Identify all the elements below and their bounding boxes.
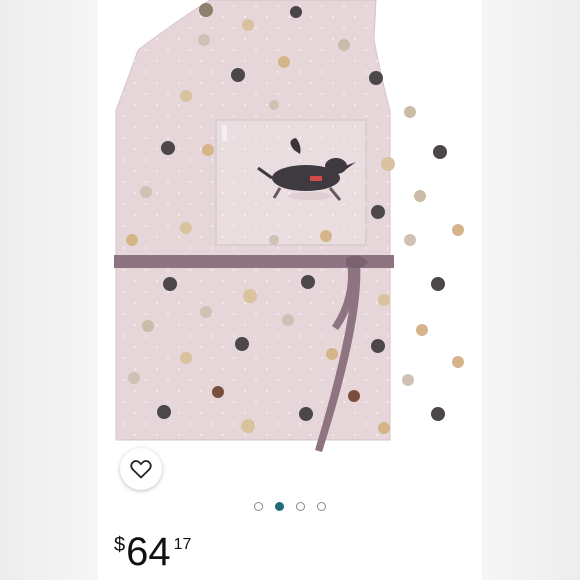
carousel-indicator	[0, 502, 580, 516]
carousel-dot-3[interactable]	[296, 502, 305, 511]
favorite-button[interactable]	[120, 448, 162, 490]
image-backdrop-right	[482, 0, 580, 580]
dog-print-apron-image	[114, 0, 464, 452]
product-image[interactable]	[98, 0, 482, 500]
image-backdrop-left	[0, 0, 98, 580]
heart-outline-icon	[130, 460, 152, 479]
price-currency-symbol: $	[114, 534, 126, 556]
price-dollars: 64	[126, 530, 171, 574]
carousel-dot-2[interactable]	[275, 502, 284, 511]
carousel-dot-1[interactable]	[254, 502, 263, 511]
product-card: $ 64 17	[0, 0, 580, 580]
carousel-dot-4[interactable]	[317, 502, 326, 511]
price-cents: 17	[173, 536, 192, 553]
price: $ 64 17	[114, 530, 191, 576]
